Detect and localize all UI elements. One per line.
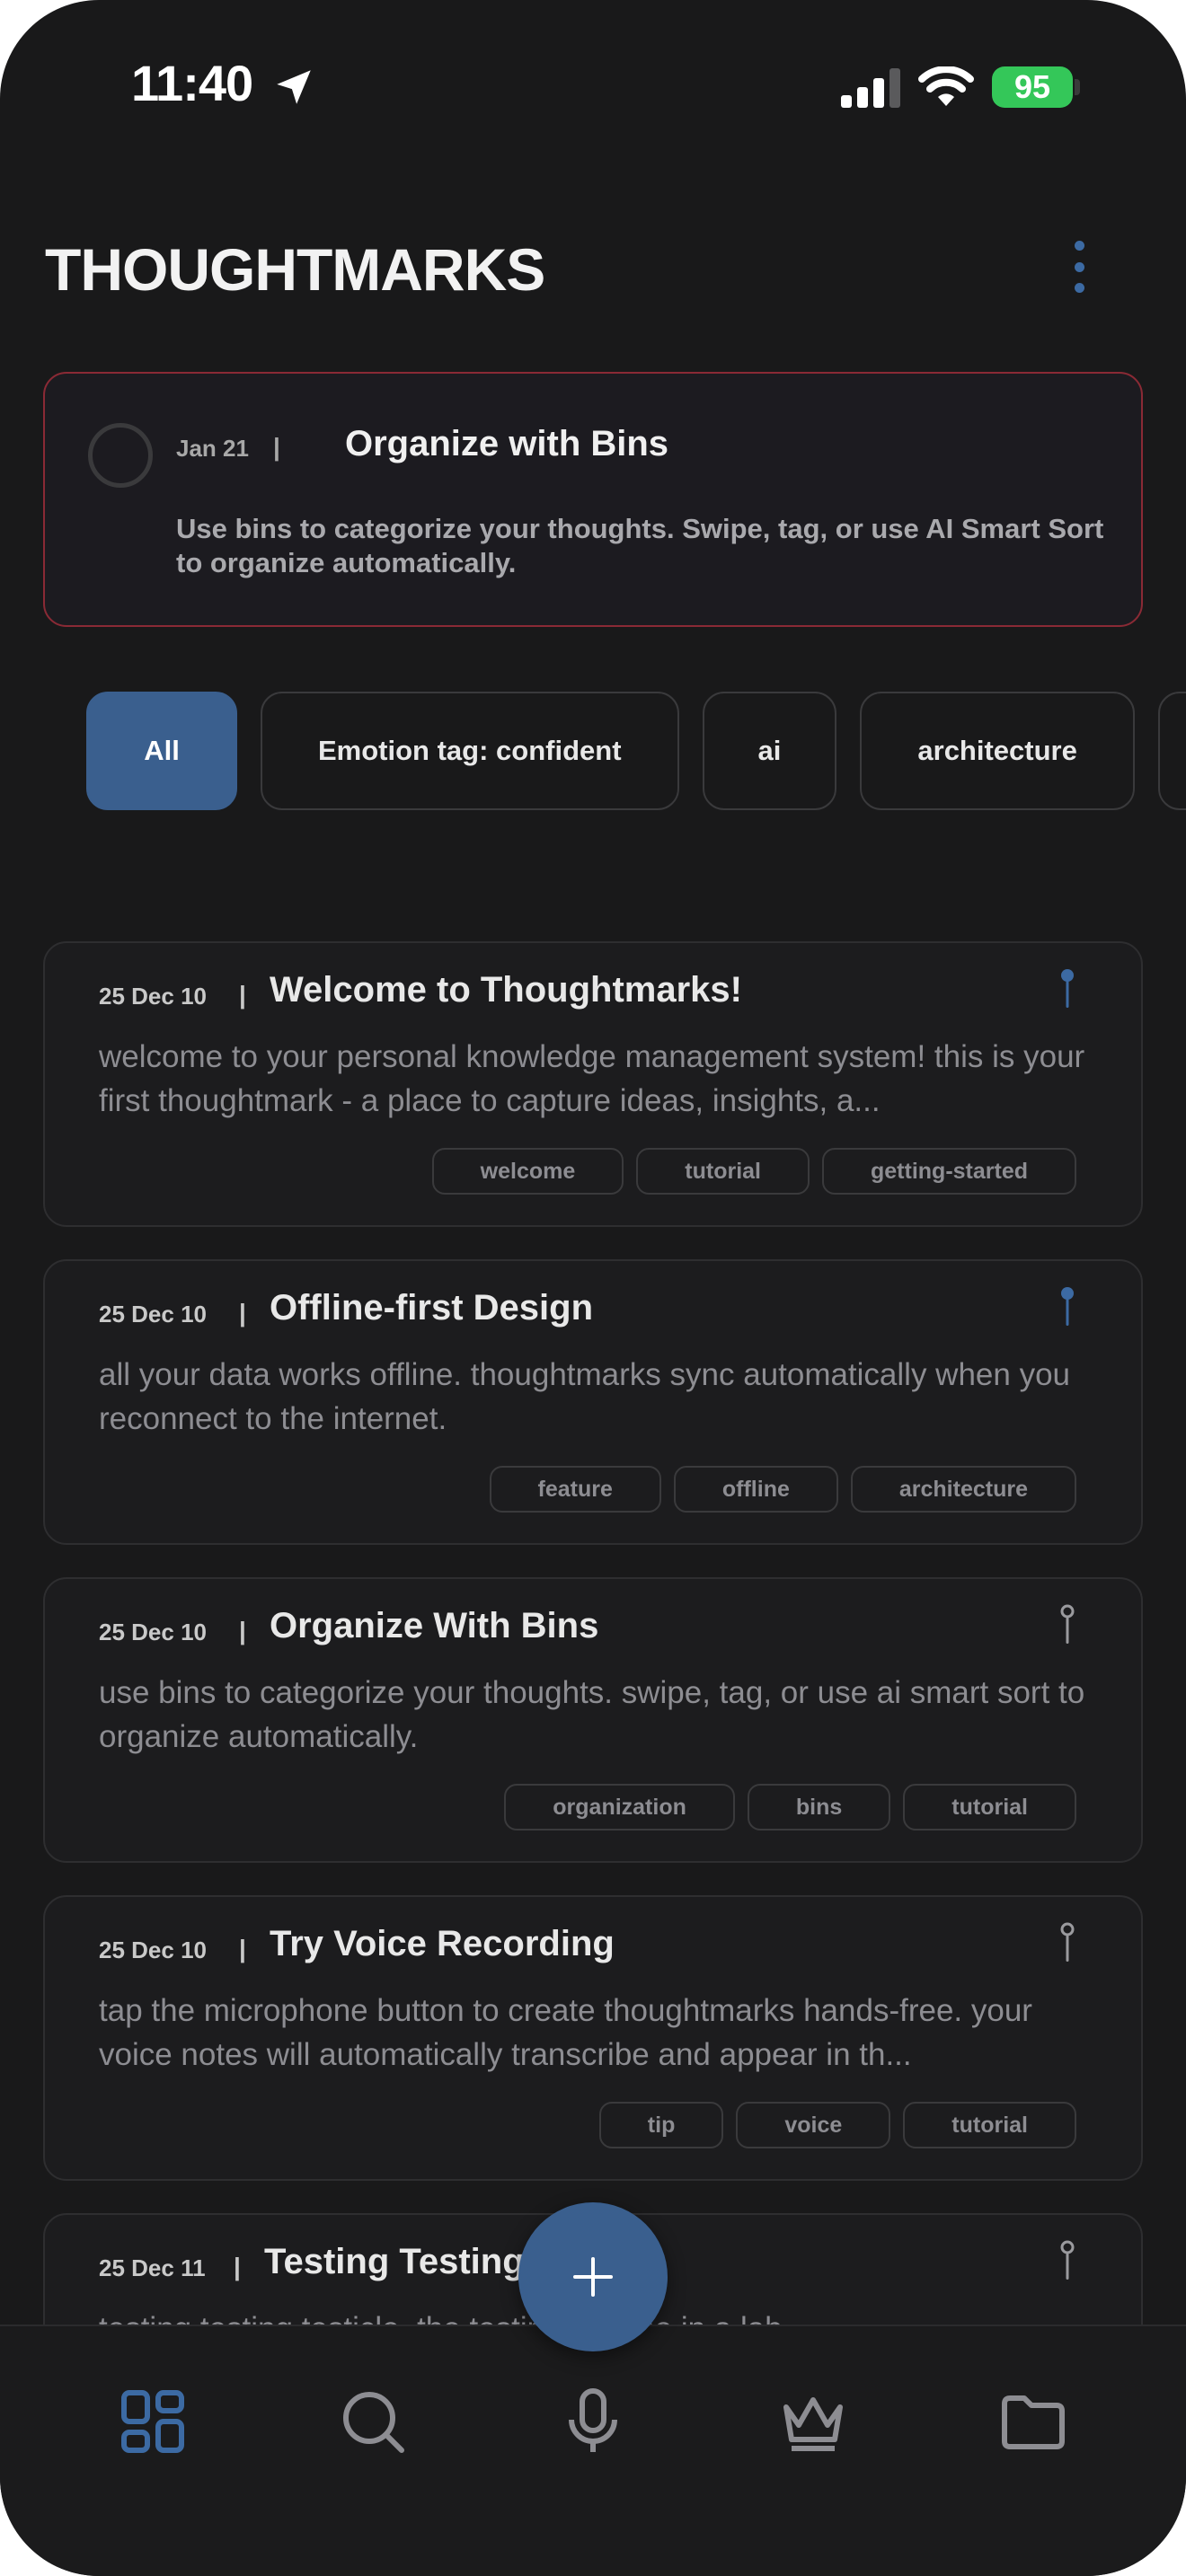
card-date: 25 Dec 10 <box>99 1301 207 1328</box>
add-thoughtmark-button[interactable] <box>518 2202 668 2351</box>
tag-chip[interactable]: feature <box>489 1466 661 1513</box>
card-tags: tip voice tutorial <box>598 2102 1076 2148</box>
card-date: 25 Dec 10 <box>99 983 207 1010</box>
card-separator: | <box>239 1935 246 1963</box>
more-dot <box>1074 261 1084 272</box>
card-title: Try Voice Recording <box>270 1924 615 1963</box>
card-body: tap the microphone button to create thou… <box>99 1993 1032 2072</box>
card-title: Welcome to Thoughtmarks! <box>270 970 742 1010</box>
card-separator: | <box>234 2253 241 2280</box>
thoughtmark-card[interactable]: 25 Dec 10 | Offline-first Design all you… <box>43 1259 1143 1545</box>
tag-chip[interactable]: offline <box>673 1466 838 1513</box>
card-tags: welcome tutorial getting-started <box>431 1148 1076 1195</box>
tag-chip[interactable]: welcome <box>431 1148 624 1195</box>
card-date: 25 Dec 10 <box>99 1936 207 1963</box>
folder-icon[interactable] <box>997 2386 1069 2457</box>
filter-chip-emotion-confident[interactable]: Emotion tag: confident <box>261 692 679 810</box>
tag-chip[interactable]: tutorial <box>903 2102 1076 2148</box>
tab-bar <box>0 2325 1186 2576</box>
tip-title: Organize with Bins <box>345 424 669 463</box>
filter-chip-all[interactable]: All <box>86 692 237 810</box>
tag-chip[interactable]: tip <box>598 2102 724 2148</box>
card-separator: | <box>239 981 246 1009</box>
card-body: welcome to your personal knowledge manag… <box>99 1039 1085 1118</box>
tag-chip[interactable]: bins <box>747 1784 891 1831</box>
tag-chip[interactable]: voice <box>736 2102 891 2148</box>
card-date: 25 Dec 11 <box>99 2254 206 2281</box>
filter-chip-next[interactable] <box>1157 692 1186 810</box>
card-title: Organize With Bins <box>270 1606 599 1645</box>
grid-icon[interactable] <box>117 2386 189 2457</box>
tip-checkbox[interactable] <box>88 423 153 488</box>
more-dot <box>1074 241 1084 251</box>
page-title: THOUGHTMARKS <box>45 236 545 303</box>
tag-chip[interactable]: organization <box>504 1784 735 1831</box>
card-body: use bins to categorize your thoughts. sw… <box>99 1675 1085 1754</box>
thoughtmark-card[interactable]: 25 Dec 10 | Organize With Bins use bins … <box>43 1577 1143 1863</box>
plus-icon <box>573 2257 613 2297</box>
tag-chip[interactable]: getting-started <box>822 1148 1076 1195</box>
tip-banner[interactable]: Jan 21 | Organize with Bins Use bins to … <box>43 372 1143 627</box>
battery-indicator: 95 <box>992 66 1073 108</box>
app-screen: 11:40 95 THOUGHTMARKS Jan 21 | Organize … <box>0 0 1186 2576</box>
thoughtmark-card[interactable]: 25 Dec 10 | Try Voice Recording tap the … <box>43 1895 1143 2181</box>
tip-body: Use bins to categorize your thoughts. Sw… <box>176 513 1104 578</box>
card-date: 25 Dec 10 <box>99 1619 207 1645</box>
pin-icon[interactable] <box>1057 966 1078 1011</box>
pin-icon[interactable] <box>1057 2238 1078 2283</box>
battery-nub <box>1075 79 1080 95</box>
status-time: 11:40 <box>131 55 253 111</box>
card-tags: feature offline architecture <box>489 1466 1076 1513</box>
card-body: all your data works offline. thoughtmark… <box>99 1357 1071 1436</box>
pin-icon[interactable] <box>1057 1284 1078 1329</box>
card-separator: | <box>239 1299 246 1327</box>
card-title: Offline-first Design <box>270 1288 594 1328</box>
location-arrow-icon <box>277 70 311 104</box>
filter-chip-architecture[interactable]: architecture <box>860 692 1135 810</box>
more-dot <box>1074 283 1084 293</box>
tag-chip[interactable]: tutorial <box>636 1148 810 1195</box>
more-options-button[interactable] <box>1060 235 1098 298</box>
thoughtmark-card[interactable]: 25 Dec 10 | Welcome to Thoughtmarks! wel… <box>43 941 1143 1227</box>
battery-level: 95 <box>1013 68 1051 105</box>
crown-icon[interactable] <box>777 2386 849 2457</box>
pin-icon[interactable] <box>1057 1920 1078 1965</box>
tag-chip[interactable]: architecture <box>850 1466 1076 1513</box>
card-separator: | <box>239 1617 246 1645</box>
microphone-icon[interactable] <box>557 2386 629 2457</box>
card-tags: organization bins tutorial <box>504 1784 1076 1831</box>
pin-icon[interactable] <box>1057 1602 1078 1647</box>
filter-chips: All Emotion tag: confident ai architectu… <box>86 692 1186 810</box>
search-icon[interactable] <box>337 2386 409 2457</box>
filter-chip-ai[interactable]: ai <box>702 692 837 810</box>
tag-chip[interactable]: tutorial <box>903 1784 1076 1831</box>
tip-date: Jan 21 <box>176 435 249 462</box>
cellular-signal-icon <box>841 68 900 108</box>
tip-separator: | <box>273 433 280 461</box>
wifi-icon <box>918 66 974 106</box>
